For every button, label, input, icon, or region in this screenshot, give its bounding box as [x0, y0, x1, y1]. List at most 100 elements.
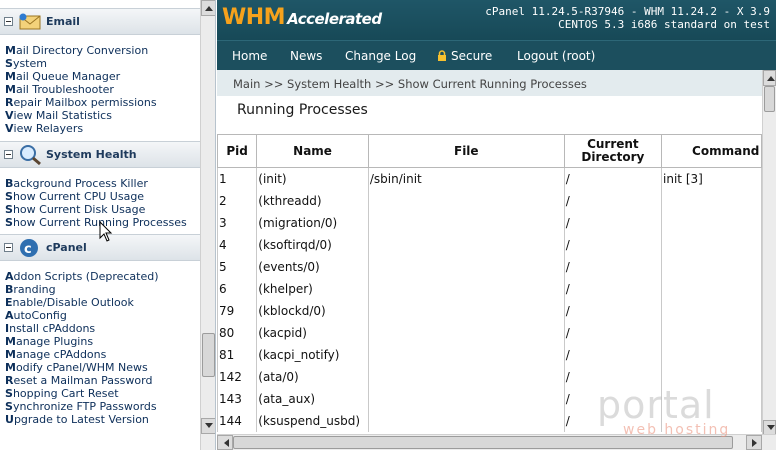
main-scrollbar-thumb[interactable]: [764, 86, 775, 112]
cell-current-directory: /: [563, 409, 663, 432]
cell-command: [661, 343, 762, 366]
cell-file: [367, 277, 565, 300]
cell-pid: 79: [217, 299, 258, 322]
horizontal-scrollbar-thumb[interactable]: [233, 436, 733, 449]
link-install-cpaddons[interactable]: Install cPAddons: [5, 322, 200, 335]
cell-name: (khelper): [256, 277, 369, 300]
link-mail-troubleshooter[interactable]: Mail Troubleshooter: [5, 83, 200, 96]
link-branding[interactable]: Branding: [5, 283, 200, 296]
breadcrumb-bar: Main >> System Health >> Show Current Ru…: [217, 70, 762, 96]
nav-home[interactable]: Home: [232, 49, 267, 63]
link-enable-disable-outlook[interactable]: Enable/Disable Outlook: [5, 296, 200, 309]
link-repair-mailbox-permissions[interactable]: Repair Mailbox permissions: [5, 96, 200, 109]
link-manage-cpaddons[interactable]: Manage cPAddons: [5, 348, 200, 361]
breadcrumb[interactable]: Main >> System Health >> Show Current Ru…: [233, 77, 587, 91]
cell-file: [367, 409, 565, 432]
email-links: Mail Directory Conversion System Mail Qu…: [5, 44, 200, 135]
cell-file: /sbin/init: [367, 167, 565, 190]
cell-command: [661, 189, 762, 212]
scroll-up-button[interactable]: [201, 0, 215, 16]
cell-current-directory: /: [563, 321, 663, 344]
link-show-current-cpu-usage[interactable]: Show Current CPU Usage: [5, 190, 200, 203]
table-row: 1 (init)/sbin/init / init [3]: [217, 167, 762, 190]
cell-current-directory: /: [563, 255, 663, 278]
cell-name: (ksuspend_usbd): [256, 409, 369, 432]
email-section-title: Email: [46, 15, 80, 28]
nav-secure[interactable]: Secure: [437, 49, 492, 63]
cell-pid: 3: [217, 211, 258, 234]
table-row: 144 (ksuspend_usbd) /: [217, 409, 762, 432]
nav-logout[interactable]: Logout (root): [517, 49, 595, 63]
cell-command: [661, 211, 762, 234]
cell-current-directory: /: [563, 343, 663, 366]
collapse-system-health-icon[interactable]: [4, 150, 13, 159]
link-reset-mailman-password[interactable]: Reset a Mailman Password: [5, 374, 200, 387]
cell-name: (kblockd/0): [256, 299, 369, 322]
link-modify-cpanel-whm-news[interactable]: Modify cPanel/WHM News: [5, 361, 200, 374]
server-info: CENTOS 5.3 i686 standard on test: [558, 18, 770, 31]
link-show-current-disk-usage[interactable]: Show Current Disk Usage: [5, 203, 200, 216]
table-row: 143 (ata_aux) /: [217, 387, 762, 410]
cell-current-directory: /: [563, 167, 663, 190]
link-view-mail-statistics[interactable]: View Mail Statistics: [5, 109, 200, 122]
arrow-up-icon: [767, 76, 775, 81]
svg-text:c: c: [24, 242, 32, 257]
cell-pid: 6: [217, 277, 258, 300]
cell-command: [661, 365, 762, 388]
link-synchronize-ftp-passwords[interactable]: Synchronize FTP Passwords: [5, 400, 200, 413]
left-frame-scrollbar[interactable]: [200, 0, 215, 450]
cell-file: [367, 299, 565, 322]
scroll-left-button[interactable]: [217, 435, 233, 450]
cell-current-directory: /: [563, 233, 663, 256]
cell-pid: 1: [217, 167, 258, 190]
cell-name: (ata_aux): [256, 387, 369, 410]
nav-secure-label: Secure: [451, 49, 493, 63]
link-view-relayers[interactable]: View Relayers: [5, 122, 200, 135]
scroll-right-button[interactable]: [746, 435, 762, 450]
cell-pid: 81: [217, 343, 258, 366]
link-enable-disable-outlook-autoconfig[interactable]: AutoConfig: [5, 309, 200, 322]
email-section-header[interactable]: Email: [0, 8, 200, 35]
page-title: Running Processes: [237, 102, 368, 118]
nav-change-log[interactable]: Change Log: [345, 49, 416, 63]
process-table: Pid Name File Current Directory Command …: [217, 134, 762, 432]
cell-file: [367, 233, 565, 256]
cell-name: (kacpid): [256, 321, 369, 344]
collapse-email-icon[interactable]: [4, 17, 13, 26]
link-mail-queue-manager[interactable]: Mail Queue Manager: [5, 70, 200, 83]
link-upgrade-to-latest-version[interactable]: Upgrade to Latest Version: [5, 413, 200, 426]
table-row: 2 (kthreadd) /: [217, 189, 762, 212]
main-content-frame: WHM Accelerated cPanel 11.24.5-R37946 - W…: [217, 0, 776, 450]
cell-command: [661, 255, 762, 278]
cell-current-directory: /: [563, 299, 663, 322]
arrow-down-icon: [205, 423, 213, 428]
cell-pid: 142: [217, 365, 258, 388]
nav-news[interactable]: News: [290, 49, 322, 63]
main-frame-vertical-scrollbar[interactable]: [762, 70, 776, 436]
cell-pid: 4: [217, 233, 258, 256]
whm-header-banner: WHM Accelerated cPanel 11.24.5-R37946 - W…: [217, 0, 776, 40]
cpanel-logo-icon: c: [20, 239, 38, 257]
link-mail-directory-conversion-system[interactable]: System: [5, 57, 200, 70]
table-header-row: Pid Name File Current Directory Command: [217, 134, 762, 168]
collapse-cpanel-icon[interactable]: [4, 243, 13, 252]
link-addon-scripts[interactable]: Addon Scripts (Deprecated): [5, 270, 200, 283]
main-scroll-up-button[interactable]: [763, 70, 776, 86]
system-health-section-header[interactable]: System Health: [0, 141, 200, 168]
process-table-body: 1 (init)/sbin/init / init [3] 2 (kthreadd)/3(…: [217, 167, 762, 432]
cell-current-directory: /: [563, 189, 663, 212]
column-header-file: File: [367, 134, 565, 168]
arrow-up-icon: [205, 6, 213, 11]
cell-name: (ksoftirqd/0): [256, 233, 369, 256]
scroll-down-button[interactable]: [201, 418, 215, 434]
cell-file: [367, 387, 565, 410]
link-shopping-cart-reset[interactable]: Shopping Cart Reset: [5, 387, 200, 400]
scrollbar-thumb[interactable]: [202, 333, 215, 377]
cell-pid: 143: [217, 387, 258, 410]
link-background-process-killer[interactable]: Background Process Killer: [5, 177, 200, 190]
cell-pid: 5: [217, 255, 258, 278]
main-frame-horizontal-scrollbar[interactable]: [217, 434, 776, 450]
link-manage-plugins[interactable]: Manage Plugins: [5, 335, 200, 348]
link-mail-directory-conversion[interactable]: Mail Directory Conversion: [5, 44, 200, 57]
cell-current-directory: /: [563, 211, 663, 234]
